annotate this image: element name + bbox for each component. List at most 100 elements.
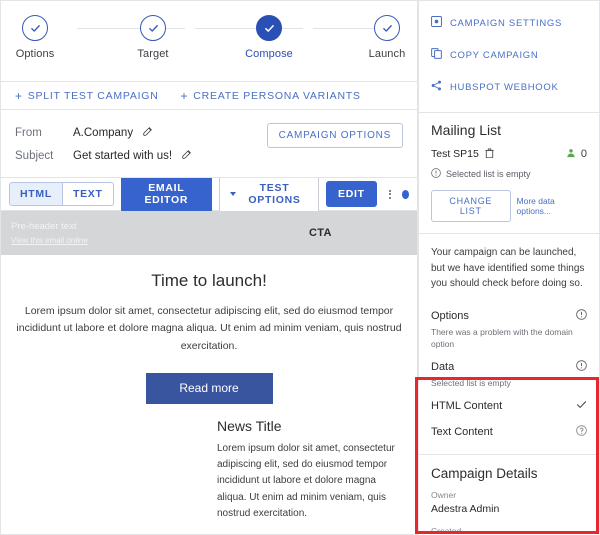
- recipient-count-group: 0: [566, 148, 587, 161]
- step-target[interactable]: Target: [111, 15, 195, 60]
- campaign-options-button[interactable]: CAMPAIGN OPTIONS: [266, 123, 403, 148]
- step-label: Options: [15, 48, 55, 60]
- create-persona-variants-label: CREATE PERSONA VARIANTS: [193, 89, 361, 102]
- status-item-head: HTML Content: [431, 397, 587, 415]
- owner-label: Owner: [431, 490, 457, 501]
- create-persona-variants-link[interactable]: + CREATE PERSONA VARIANTS: [181, 89, 361, 103]
- status-item-data[interactable]: Data Selected list is empty: [431, 354, 587, 393]
- sidebar: CAMPAIGN SETTINGS COPY CAMPAIGN HUBSPOT …: [418, 0, 600, 535]
- warning-icon: [431, 168, 441, 180]
- sidebar-links: CAMPAIGN SETTINGS COPY CAMPAIGN HUBSPOT …: [418, 0, 600, 113]
- person-icon: [566, 148, 576, 161]
- edit-pencil-icon[interactable]: [181, 147, 192, 165]
- check-circle-icon: [22, 15, 48, 41]
- campaign-compose-screen: Options Target Compose Launch + SPLIT TE…: [0, 0, 600, 535]
- main-column: Options Target Compose Launch + SPLIT TE…: [0, 0, 418, 535]
- step-label: Target: [137, 48, 169, 60]
- from-label: From: [15, 126, 42, 139]
- campaign-stepper: Options Target Compose Launch: [0, 0, 418, 82]
- status-item-detail: Selected list is empty: [431, 378, 511, 389]
- check-circle-icon: [374, 15, 400, 41]
- status-item-options[interactable]: Options There was a problem with the dom…: [431, 303, 587, 355]
- mailing-list-name: Test SP15: [431, 148, 479, 160]
- tab-html[interactable]: HTML: [9, 182, 63, 206]
- step-launch[interactable]: Launch: [345, 15, 429, 60]
- mailing-list-panel: Mailing List Test SP15 0 Selected list i…: [418, 113, 600, 234]
- hero-body: Lorem ipsum dolor sit amet, consectetur …: [16, 305, 402, 352]
- sidebar-link-label: CAMPAIGN SETTINGS: [450, 17, 563, 29]
- launch-status-panel: Your campaign can be launched, but we ha…: [418, 234, 600, 456]
- change-list-button[interactable]: CHANGE LIST: [431, 190, 511, 222]
- news-body: Lorem ipsum dolor sit amet, consectetur …: [217, 442, 395, 519]
- step-options[interactable]: Options: [0, 15, 77, 60]
- pre-header-text-group: Pre-header text View this email online: [11, 221, 88, 245]
- read-more-button[interactable]: Read more: [145, 372, 273, 404]
- view-online-link[interactable]: View this email online: [11, 236, 88, 245]
- copy-icon: [431, 46, 442, 64]
- detail-owner: Owner Adestra Admin: [431, 490, 587, 517]
- email-preview: Pre-header text View this email online C…: [0, 211, 418, 535]
- split-test-campaign-link[interactable]: + SPLIT TEST CAMPAIGN: [15, 89, 159, 103]
- status-item-name: Data: [431, 361, 455, 374]
- news-title: News Title: [217, 417, 282, 434]
- mailing-list-warning-text: Selected list is empty: [446, 169, 531, 179]
- split-test-campaign-label: SPLIT TEST CAMPAIGN: [27, 89, 159, 102]
- chevron-down-icon: [229, 192, 236, 196]
- recipient-count: 0: [580, 148, 587, 160]
- cta-placeholder: CTA: [309, 227, 332, 239]
- subject-value: Get started with us!: [73, 149, 173, 162]
- step-label: Compose: [245, 48, 293, 60]
- subject-label: Subject: [15, 149, 54, 162]
- more-data-options-link[interactable]: More data options...: [517, 196, 587, 216]
- sidebar-item-copy-campaign[interactable]: COPY CAMPAIGN: [419, 39, 599, 71]
- created-label: Created: [431, 526, 462, 535]
- plus-icon: +: [15, 88, 23, 103]
- news-block: News Title Lorem ipsum dolor sit amet, c…: [217, 417, 395, 534]
- question-icon: [576, 423, 587, 441]
- mailing-list-warning: Selected list is empty: [431, 168, 587, 180]
- test-options-label: TEST OPTIONS: [248, 182, 301, 206]
- delete-icon[interactable]: [485, 145, 494, 163]
- share-icon: [431, 78, 442, 96]
- split-test-row: + SPLIT TEST CAMPAIGN + CREATE PERSONA V…: [0, 82, 418, 110]
- campaign-details-panel: Campaign Details Owner Adestra Admin Cre…: [418, 455, 600, 535]
- hero-title: Time to launch!: [151, 271, 267, 290]
- check-circle-icon: [140, 15, 166, 41]
- format-toggle-group: HTML TEXT: [9, 182, 114, 206]
- sender-subject-panel: From A.Company Subject Get started with …: [0, 110, 418, 178]
- status-item-html-content[interactable]: HTML Content: [431, 393, 587, 419]
- status-item-detail: There was a problem with the domain opti…: [431, 326, 573, 349]
- sidebar-link-label: HUBSPOT WEBHOOK: [450, 81, 559, 93]
- preview-pre-header: Pre-header text View this email online C…: [1, 211, 417, 255]
- editor-toolbar: HTML TEXT EMAIL EDITOR TEST OPTIONS EDIT: [0, 175, 418, 213]
- tab-text[interactable]: TEXT: [62, 182, 114, 206]
- check-circle-icon: [256, 15, 282, 41]
- status-dot-icon: [401, 189, 409, 199]
- warning-icon: [576, 358, 587, 376]
- sidebar-item-campaign-settings[interactable]: CAMPAIGN SETTINGS: [419, 7, 599, 39]
- status-item-name: HTML Content: [431, 400, 503, 413]
- pre-header-text: Pre-header text: [11, 221, 77, 232]
- settings-icon: [431, 14, 442, 32]
- status-item-name: Text Content: [431, 426, 493, 439]
- step-compose[interactable]: Compose: [227, 15, 311, 60]
- edit-pencil-icon[interactable]: [142, 124, 153, 142]
- status-item-text-content[interactable]: Text Content: [431, 419, 587, 445]
- step-label: Launch: [368, 48, 406, 60]
- owner-value: Adestra Admin: [431, 503, 500, 516]
- sidebar-item-hubspot-webhook[interactable]: HUBSPOT WEBHOOK: [419, 71, 599, 103]
- status-item-head: Text Content: [431, 423, 587, 441]
- sidebar-link-label: COPY CAMPAIGN: [450, 49, 539, 61]
- edit-button[interactable]: EDIT: [326, 181, 377, 207]
- test-options-button[interactable]: TEST OPTIONS: [218, 175, 319, 213]
- status-item-name: Options: [431, 309, 469, 322]
- email-editor-button[interactable]: EMAIL EDITOR: [120, 175, 212, 213]
- from-value: A.Company: [73, 126, 134, 139]
- mailing-list-row: Test SP15 0: [431, 145, 587, 163]
- plus-icon: +: [180, 88, 189, 103]
- detail-created: Created 24 May 2018 15:57: [431, 526, 587, 535]
- status-intro-text: Your campaign can be launched, but we ha…: [431, 247, 585, 289]
- status-item-head: Data: [431, 358, 587, 376]
- mailing-list-actions: CHANGE LIST More data options...: [431, 190, 587, 222]
- more-menu-icon[interactable]: [388, 189, 391, 199]
